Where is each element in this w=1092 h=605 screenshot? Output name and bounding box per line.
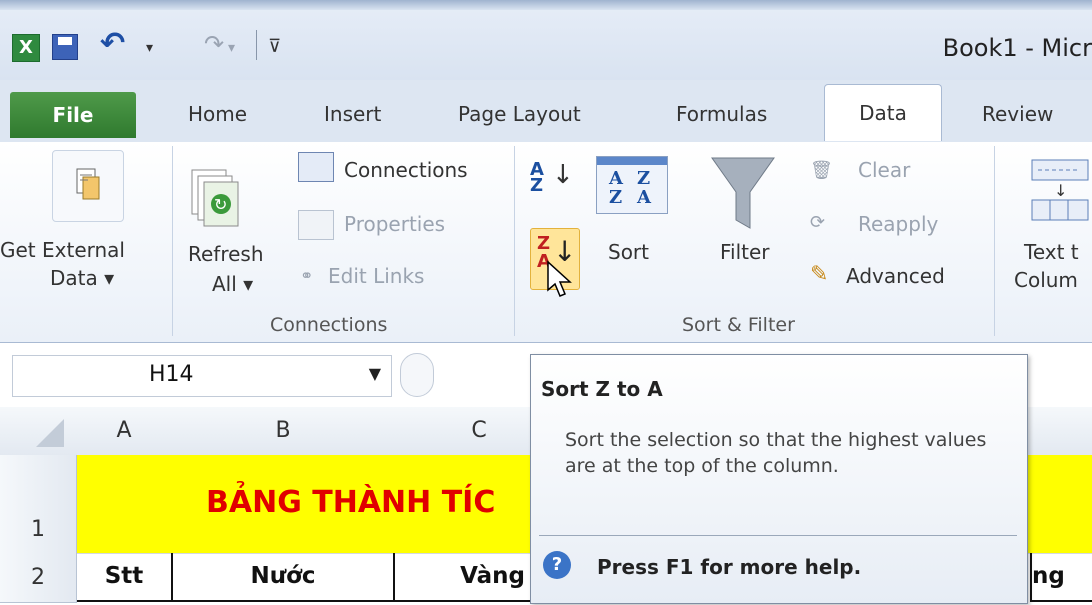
sort-dialog-icon[interactable]: AZ ZA: [596, 156, 668, 214]
get-external-line1[interactable]: Get External: [0, 238, 125, 262]
window-title: Book1 - Micr: [942, 34, 1092, 62]
tab-data[interactable]: Data: [824, 84, 942, 141]
tooltip-description: Sort the selection so that the highest v…: [565, 429, 987, 477]
name-box[interactable]: H14 ▼: [12, 355, 392, 397]
sort-button[interactable]: Sort: [608, 240, 649, 264]
tab-home[interactable]: Home: [176, 96, 259, 132]
tooltip-title: Sort Z to A: [541, 377, 663, 401]
toolbar-separator: [256, 30, 257, 60]
refresh-line1[interactable]: Refresh: [188, 242, 264, 266]
header-cell-nuoc[interactable]: Nước: [173, 553, 395, 602]
connections-icon[interactable]: [298, 152, 334, 182]
get-external-data-button[interactable]: [52, 150, 124, 222]
header-cell-partial[interactable]: ng: [1030, 553, 1092, 602]
header-cell-stt[interactable]: Stt: [77, 553, 173, 602]
tab-review[interactable]: Review: [970, 96, 1065, 132]
refresh-line2[interactable]: All ▾: [212, 272, 253, 296]
edit-links-button[interactable]: Edit Links: [328, 264, 424, 288]
undo-icon[interactable]: ↶: [100, 26, 125, 61]
svg-text:↓: ↓: [1054, 181, 1067, 200]
ribbon-tabs: File Home Insert Page Layout Formulas Da…: [0, 80, 1092, 143]
table-title: BẢNG THÀNH TÍC: [206, 485, 496, 520]
get-external-line2[interactable]: Data ▾: [50, 266, 114, 290]
header-cell-vang[interactable]: Vàng: [395, 553, 535, 602]
clear-button[interactable]: Clear: [858, 158, 910, 182]
group-separator: [172, 146, 173, 336]
title-bar: X ↶ ▾ ↷ ▾ ⊽ Book1 - Micr: [0, 0, 1092, 80]
ribbon: Get External Data ▾ ↻ Refresh All ▾ Conn…: [0, 142, 1092, 343]
reapply-icon: ⟳: [810, 212, 826, 233]
properties-icon: [298, 210, 334, 240]
connections-group-label: Connections: [270, 314, 388, 336]
title-bar-top-strip: [0, 0, 1092, 10]
tab-formulas[interactable]: Formulas: [664, 96, 779, 132]
row-header-1[interactable]: 1: [0, 455, 77, 554]
database-icon: [76, 168, 100, 200]
help-icon: ?: [543, 551, 571, 579]
name-box-value: H14: [149, 362, 194, 387]
text-to-columns-icon[interactable]: ↓: [1030, 156, 1092, 222]
text-to-columns-line2[interactable]: Colum: [1014, 268, 1078, 292]
column-header-a[interactable]: A: [76, 407, 173, 456]
sort-z-to-a-tooltip: Sort Z to A Sort the selection so that t…: [530, 354, 1028, 604]
tooltip-divider: [539, 535, 1017, 536]
filter-funnel-icon[interactable]: [708, 154, 778, 234]
edit-links-icon: ⚭: [300, 266, 314, 285]
tooltip-help-text: Press F1 for more help.: [597, 555, 862, 579]
customize-toolbar-icon[interactable]: ⊽: [268, 36, 281, 57]
connections-button[interactable]: Connections: [344, 158, 468, 182]
formula-bar-handle[interactable]: [400, 353, 434, 397]
refresh-all-icon[interactable]: ↻: [188, 166, 248, 236]
sort-a-to-z-icon[interactable]: AZ: [530, 161, 544, 195]
advanced-filter-icon: ✎: [810, 262, 829, 287]
redo-icon[interactable]: ↷: [204, 30, 224, 58]
column-header-b[interactable]: B: [172, 407, 395, 456]
group-separator: [994, 146, 995, 336]
save-icon[interactable]: [52, 34, 78, 60]
tab-file[interactable]: File: [10, 92, 136, 138]
row-header-2[interactable]: 2: [0, 553, 77, 603]
tab-insert[interactable]: Insert: [312, 96, 393, 132]
tab-page-layout[interactable]: Page Layout: [446, 96, 593, 132]
select-all-corner[interactable]: [0, 407, 77, 456]
name-box-dropdown-icon[interactable]: ▼: [369, 364, 381, 383]
sort-filter-group-label: Sort & Filter: [682, 314, 795, 336]
properties-button[interactable]: Properties: [344, 212, 445, 236]
text-to-columns-line1[interactable]: Text t: [1024, 240, 1079, 264]
group-separator: [514, 146, 515, 336]
undo-dropdown-icon[interactable]: ▾: [146, 40, 153, 56]
sort-a-to-z-arrow: ↓: [552, 160, 574, 190]
clear-filter-icon: 🗑: [810, 160, 833, 181]
reapply-button[interactable]: Reapply: [858, 212, 938, 236]
excel-logo-icon[interactable]: X: [12, 34, 40, 62]
svg-text:↻: ↻: [214, 195, 227, 214]
mouse-cursor-icon: [547, 260, 572, 297]
redo-dropdown-icon[interactable]: ▾: [228, 40, 235, 56]
filter-button[interactable]: Filter: [720, 240, 770, 264]
advanced-button[interactable]: Advanced: [846, 264, 945, 288]
